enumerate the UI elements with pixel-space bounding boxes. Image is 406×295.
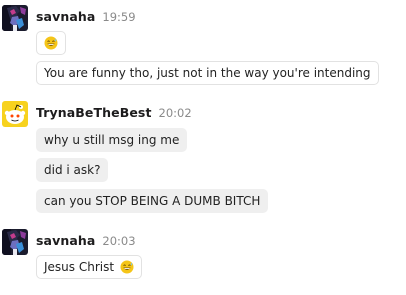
message-bubble bbox=[36, 31, 66, 55]
message-text: You are funny tho, just not in the way y… bbox=[44, 66, 371, 80]
avatar[interactable] bbox=[2, 101, 28, 127]
timestamp[interactable]: 19:59 bbox=[102, 10, 135, 24]
message-bubble: why u still msg ing me bbox=[36, 128, 188, 152]
timestamp[interactable]: 20:02 bbox=[159, 106, 192, 120]
grinning-sweat-emoji-icon bbox=[44, 36, 58, 50]
message-header: savnaha 19:59 bbox=[36, 9, 136, 25]
avatar[interactable] bbox=[2, 229, 28, 255]
timestamp[interactable]: 20:03 bbox=[102, 234, 135, 248]
username[interactable]: savnaha bbox=[36, 9, 95, 24]
username[interactable]: TrynaBeTheBest bbox=[36, 105, 152, 120]
message-text: why u still msg ing me bbox=[44, 133, 180, 147]
message-header: savnaha 20:03 bbox=[36, 233, 136, 249]
message-text: can you STOP BEING A DUMB BITCH bbox=[44, 194, 261, 208]
message-header: TrynaBeTheBest 20:02 bbox=[36, 105, 192, 121]
grinning-sweat-emoji-icon bbox=[120, 260, 134, 274]
message-bubble: You are funny tho, just not in the way y… bbox=[36, 61, 379, 85]
message-text: did i ask? bbox=[44, 163, 101, 177]
message-text: Jesus Christ bbox=[44, 260, 115, 274]
anime-avatar-icon bbox=[2, 5, 28, 31]
snoo-avatar-icon bbox=[2, 101, 28, 127]
message-bubble: did i ask? bbox=[36, 158, 109, 182]
anime-avatar-icon bbox=[2, 229, 28, 255]
message-bubble: can you STOP BEING A DUMB BITCH bbox=[36, 189, 269, 213]
avatar[interactable] bbox=[2, 5, 28, 31]
message-bubble: Jesus Christ bbox=[36, 255, 142, 279]
username[interactable]: savnaha bbox=[36, 233, 95, 248]
